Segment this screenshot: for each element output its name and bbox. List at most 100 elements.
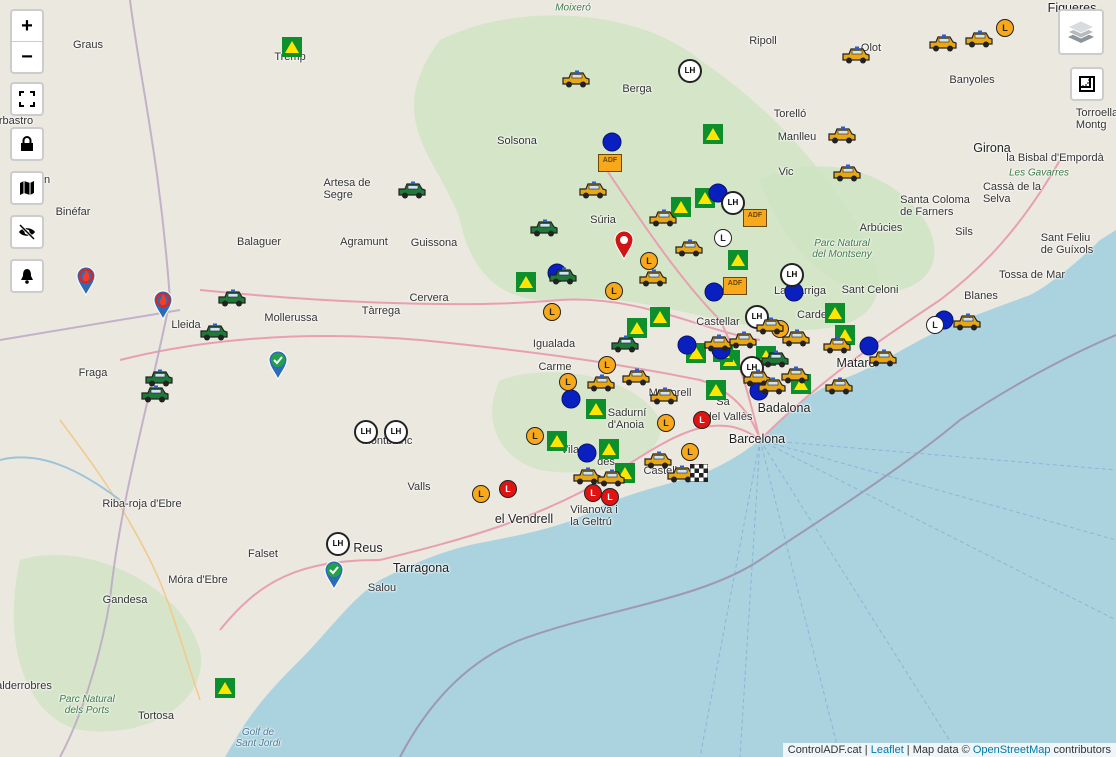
place-label-moixero: Moixeró — [555, 2, 591, 14]
lh-unit-marker[interactable]: LH — [326, 532, 350, 556]
place-label-sadurni: Sadurní d'Anoia — [607, 407, 647, 431]
alert-marker-red[interactable]: L — [499, 480, 517, 498]
lh-unit-marker[interactable]: LH — [678, 59, 702, 83]
place-label-cardedeu: Carde — [797, 309, 827, 321]
adf-truck-marker[interactable]: ADF — [743, 209, 767, 227]
place-label-banyoles: Banyoles — [949, 74, 995, 86]
fire-station-marker[interactable] — [282, 37, 302, 57]
attribution-sep1: | — [861, 744, 871, 756]
unit-marker-blue[interactable] — [704, 282, 724, 302]
place-label-vic: Vic — [778, 166, 794, 178]
place-label-ports: Parc Natural dels Ports — [59, 694, 115, 716]
fire-station-marker[interactable] — [215, 678, 235, 698]
place-label-vilanova: Vilanova i la Geltrú — [570, 504, 618, 528]
place-label-valls: Valls — [407, 481, 431, 493]
place-label-lleida: Lleida — [171, 319, 201, 331]
place-label-guissona: Guissona — [410, 237, 458, 249]
place-label-bisbal: la Bisbal d'Empordà — [1006, 152, 1104, 164]
zoom-out-button[interactable]: − — [12, 41, 42, 72]
map-canvas[interactable]: Moixeró Graus Tremp Figueres Ripoll Olot Berga… — [0, 0, 1116, 757]
place-label-badalona: Badalona — [757, 401, 811, 415]
alert-marker-red[interactable]: L — [693, 411, 711, 429]
alert-marker-orange[interactable]: L — [543, 303, 561, 321]
lh-unit-marker[interactable]: LH — [354, 420, 378, 444]
unit-marker-blue[interactable] — [602, 132, 622, 152]
alert-marker-orange[interactable]: L — [559, 373, 577, 391]
place-label-santceloni: Sant Celoni — [841, 284, 899, 296]
attribution-tail: contributors — [1050, 744, 1111, 756]
place-label-blanes: Blanes — [964, 290, 998, 302]
place-label-sils: Sils — [955, 226, 973, 238]
ruler-icon — [1079, 76, 1095, 92]
fullscreen-button[interactable] — [10, 82, 44, 116]
lh-unit-marker[interactable]: LH — [721, 191, 745, 215]
alert-marker-orange[interactable]: L — [598, 356, 616, 374]
osm-link[interactable]: OpenStreetMap — [973, 744, 1051, 756]
layers-button[interactable] — [1058, 9, 1104, 55]
unit-marker-blue[interactable] — [561, 389, 581, 409]
measure-button[interactable] — [1070, 67, 1104, 101]
fullscreen-icon — [19, 91, 35, 107]
alert-marker-orange[interactable]: L — [996, 19, 1014, 37]
place-label-fraga: Fraga — [78, 367, 108, 379]
fire-station-marker[interactable] — [586, 399, 606, 419]
lh-unit-marker[interactable]: LH — [780, 263, 804, 287]
place-label-berga: Berga — [622, 83, 652, 95]
fire-station-marker[interactable] — [650, 307, 670, 327]
place-label-tossa: Tossa de Mar — [998, 269, 1066, 281]
place-label-barcelona: Barcelona — [728, 432, 786, 446]
place-label-graus: Graus — [73, 39, 103, 51]
place-label-igualada: Igualada — [532, 338, 576, 350]
leaflet-link[interactable]: Leaflet — [871, 744, 904, 756]
place-label-tarrega: Tàrrega — [361, 305, 401, 317]
map-layer-button[interactable] — [10, 171, 44, 205]
alert-marker-red[interactable]: L — [601, 488, 619, 506]
lh-unit-marker[interactable]: LH — [384, 420, 408, 444]
place-label-carme: Carme — [538, 361, 572, 373]
unit-marker-blue[interactable] — [677, 335, 697, 355]
place-label-golf: Golf de Sant Jordi — [235, 727, 281, 749]
fire-station-marker[interactable] — [703, 124, 723, 144]
alert-marker-white[interactable]: L — [926, 316, 944, 334]
place-label-santacoloma: Santa Coloma de Farners — [900, 194, 970, 218]
zoom-in-button[interactable]: + — [12, 11, 42, 41]
place-label-tarragona: Tarragona — [392, 561, 450, 575]
alert-marker-orange[interactable]: L — [657, 414, 675, 432]
place-label-girona: Girona — [973, 141, 1011, 155]
unit-marker-blue[interactable] — [577, 443, 597, 463]
fire-station-marker[interactable] — [728, 250, 748, 270]
place-label-solsona: Solsona — [497, 135, 537, 147]
fire-station-marker[interactable] — [547, 431, 567, 451]
fire-station-marker[interactable] — [599, 439, 619, 459]
place-label-cassa: Cassà de la Selva — [982, 181, 1042, 205]
eye-off-icon — [18, 224, 36, 240]
alert-marker-orange[interactable]: L — [472, 485, 490, 503]
alert-marker-orange[interactable]: L — [681, 443, 699, 461]
place-label-balaguer: Balaguer — [236, 236, 282, 248]
lock-icon — [21, 136, 33, 151]
place-label-arbucies: Arbúcies — [859, 222, 903, 234]
place-label-binefar: Binéfar — [55, 206, 91, 218]
alerts-button[interactable] — [10, 259, 44, 293]
adf-truck-marker[interactable]: ADF — [598, 154, 622, 172]
hide-layer-button[interactable] — [10, 215, 44, 249]
lock-button[interactable] — [10, 127, 44, 161]
place-label-alderrobres: alderrobres — [0, 680, 52, 692]
alert-marker-white[interactable]: L — [714, 229, 732, 247]
fire-station-marker[interactable] — [825, 303, 845, 323]
alert-marker-orange[interactable]: L — [526, 427, 544, 445]
alert-marker-orange[interactable]: L — [605, 282, 623, 300]
place-label-agramunt: Agramunt — [340, 236, 388, 248]
place-label-artesa: Artesa de Segre — [323, 177, 371, 201]
bell-icon — [21, 269, 33, 284]
place-label-salou: Salou — [367, 582, 397, 594]
place-label-cervera: Cervera — [409, 292, 449, 304]
fire-station-marker[interactable] — [706, 380, 726, 400]
adf-truck-marker[interactable]: ADF — [723, 277, 747, 295]
attribution: ControlADF.cat | Leaflet | Map data © Op… — [782, 743, 1116, 757]
attribution-sep2: | Map data © — [903, 744, 973, 756]
place-label-suria: Súria — [590, 214, 616, 226]
fire-station-marker[interactable] — [516, 272, 536, 292]
zoom-control: + − — [10, 9, 44, 74]
place-label-ribaroja: Riba-roja d'Ebre — [102, 498, 182, 510]
